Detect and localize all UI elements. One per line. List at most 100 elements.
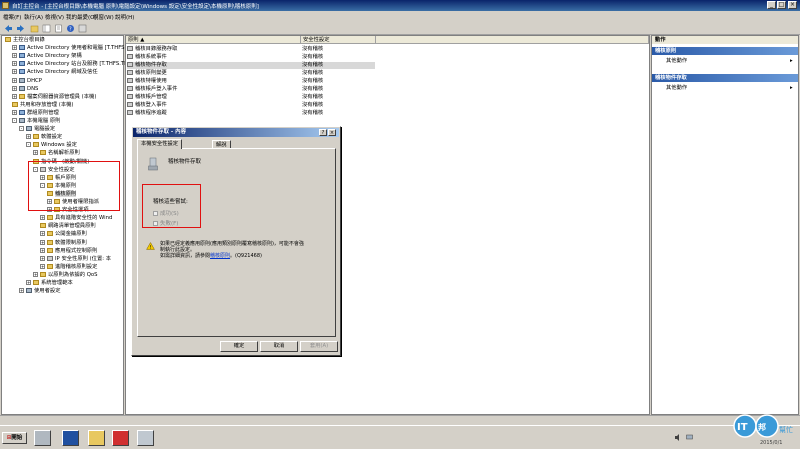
tree-item[interactable]: + 軟體限制原則 xyxy=(40,239,87,247)
column-header-policy[interactable]: 原則 ▲ xyxy=(126,36,301,44)
tree-item[interactable]: + IP 安全性原則 (位置: 本 xyxy=(40,255,111,263)
expand-icon[interactable]: + xyxy=(40,247,45,253)
column-header-setting[interactable]: 安全性設定 xyxy=(301,36,376,44)
expand-icon[interactable]: + xyxy=(40,231,45,237)
tree-item[interactable]: 共用和存放管理 (本機) xyxy=(12,101,74,109)
expand-icon[interactable]: + xyxy=(19,288,24,294)
export-list-icon[interactable] xyxy=(53,23,63,33)
policy-row[interactable]: 稽核特權使用 沒有稽核 xyxy=(127,78,375,85)
policy-row[interactable]: 稽核系統事件 沒有稽核 xyxy=(127,54,375,61)
server-manager-icon[interactable] xyxy=(34,430,51,446)
apply-button[interactable]: 套用(A) xyxy=(300,341,338,352)
expand-icon[interactable]: + xyxy=(12,61,17,67)
close-button[interactable]: × xyxy=(788,1,797,9)
expand-icon[interactable]: + xyxy=(12,69,17,75)
action-group-audit-policy[interactable]: 稽核原則 xyxy=(652,47,798,55)
tree-item[interactable]: + 具有進階安全性的 Wind xyxy=(40,215,112,222)
tree-item[interactable]: - Windows 設定 xyxy=(26,142,77,149)
tree-item[interactable]: + 公開金鑰原則 xyxy=(40,231,87,238)
action-group-object-access[interactable]: 稽核物件存取 xyxy=(652,74,798,82)
book-icon xyxy=(19,45,25,51)
expand-icon[interactable]: + xyxy=(26,280,31,285)
dialog-close-button[interactable]: × xyxy=(328,129,336,136)
explorer-icon[interactable] xyxy=(88,430,105,446)
expand-icon[interactable]: + xyxy=(40,239,45,245)
console-tree-pane[interactable]: 主控台根目錄 + Active Directory 使用者和電腦 [T.THFS.T… xyxy=(1,35,133,415)
powershell-icon[interactable] xyxy=(62,430,79,446)
audit-policy-link[interactable]: 稽核原則 xyxy=(210,253,230,259)
policy-row[interactable]: 稽核帳戶管理 沒有稽核 xyxy=(127,94,375,101)
expand-icon[interactable]: + xyxy=(12,53,17,59)
tree-item[interactable]: + DNS xyxy=(12,85,38,93)
tab-local-security-setting[interactable]: 本機安全性設定 xyxy=(137,139,183,149)
tree-item[interactable]: + Active Directory 網域及信任 xyxy=(12,69,98,76)
expand-icon[interactable]: + xyxy=(12,109,17,115)
collapse-icon[interactable]: - xyxy=(19,126,24,132)
policy-row[interactable]: 稽核登入事件 沒有稽核 xyxy=(127,102,375,109)
policy-row[interactable]: 稽核物件存取 沒有稽核 xyxy=(127,62,375,69)
folder-icon xyxy=(40,150,46,156)
menu-file[interactable]: 檔案(F) xyxy=(3,13,21,21)
tree-item[interactable]: + Active Directory 站台及服務 [T.THFS.TH xyxy=(12,61,128,68)
up-folder-icon[interactable] xyxy=(29,23,39,33)
tree-item[interactable]: + 進階稽核原則設定 xyxy=(40,263,97,271)
tree-item[interactable]: - 電腦設定 xyxy=(19,126,55,133)
policy-row[interactable]: 稽核原則變更 沒有稽核 xyxy=(127,70,375,77)
expand-icon[interactable]: + xyxy=(40,215,45,221)
tree-item[interactable]: + 軟體設定 xyxy=(26,134,62,141)
tree-item[interactable]: + Active Directory 使用者和電腦 [T.THFS.TH xyxy=(12,45,133,52)
expand-icon[interactable]: + xyxy=(12,45,17,51)
tree-item[interactable]: + 以原則為依據的 QoS xyxy=(33,271,98,279)
folder-icon xyxy=(47,239,53,245)
console-task-icon[interactable] xyxy=(137,430,154,446)
expand-icon[interactable]: + xyxy=(12,85,17,91)
dialog-title[interactable]: 稽核物件存取 - 內容 xyxy=(133,128,339,137)
tree-item-label: 群組原則管理 xyxy=(27,109,59,116)
expand-icon[interactable]: + xyxy=(33,271,38,277)
show-tree-icon[interactable] xyxy=(41,23,51,33)
tree-item[interactable]: + 群組原則管理 xyxy=(12,109,59,117)
menu-help[interactable]: 說明(H) xyxy=(115,13,134,21)
tree-item[interactable]: + Active Directory 架構 xyxy=(12,53,82,60)
tree-item[interactable]: + 應用程式控制原則 xyxy=(40,247,97,255)
collapse-icon[interactable]: - xyxy=(26,142,31,148)
back-arrow-icon[interactable] xyxy=(3,23,13,33)
tree-item[interactable]: 網路清單管理員原則 xyxy=(40,223,96,230)
action-more-actions-2[interactable]: 其他動作 xyxy=(666,85,687,92)
tree-item[interactable]: + DHCP xyxy=(12,77,42,85)
policy-row[interactable]: 稽核帳戶登入事件 沒有稽核 xyxy=(127,86,375,93)
expand-icon[interactable]: + xyxy=(40,255,45,261)
start-button[interactable]: ⊞開始 xyxy=(2,432,27,444)
forward-arrow-icon[interactable] xyxy=(15,23,25,33)
tools-icon[interactable] xyxy=(112,430,129,446)
title-bar[interactable]: 自訂主控台 - [主控台根目錄\本機電腦 原則\電腦設定\Windows 設定\… xyxy=(0,0,800,11)
tree-item[interactable]: + 使用者設定 xyxy=(19,288,61,295)
expand-icon[interactable]: + xyxy=(12,77,17,83)
maximize-button[interactable]: □ xyxy=(777,1,786,9)
policy-row[interactable]: 稽核目錄服務存取 沒有稽核 xyxy=(127,46,375,53)
tree-item[interactable]: + 系統管理範本 xyxy=(26,280,73,287)
expand-icon[interactable]: + xyxy=(40,263,45,269)
expand-icon[interactable]: + xyxy=(33,150,38,156)
menu-action[interactable]: 執行(A) xyxy=(24,13,43,21)
dialog-help-button[interactable]: ? xyxy=(319,129,327,136)
tree-item[interactable]: 主控台根目錄 xyxy=(5,37,45,44)
tree-item[interactable]: + 檔案伺服器資源管理員 (本機) xyxy=(12,93,96,101)
expand-icon[interactable]: + xyxy=(26,134,31,140)
menu-view[interactable]: 檢視(V) xyxy=(45,13,64,21)
collapse-icon[interactable]: - xyxy=(12,118,17,123)
help-icon[interactable]: ? xyxy=(65,23,75,33)
ok-button[interactable]: 確定 xyxy=(220,341,258,352)
action-more-actions-1[interactable]: 其他動作 xyxy=(666,58,687,65)
policy-row[interactable]: 稽核程序追蹤 沒有稽核 xyxy=(127,110,375,117)
network-icon[interactable] xyxy=(686,434,693,441)
properties-icon[interactable] xyxy=(77,23,87,33)
policy-name-cell: 稽核特權使用 xyxy=(135,78,167,84)
expand-icon[interactable]: + xyxy=(12,93,17,99)
menu-window[interactable]: 視窗(W) xyxy=(93,13,114,21)
minimize-button[interactable]: _ xyxy=(767,1,776,9)
cancel-button[interactable]: 取消 xyxy=(260,341,298,352)
tree-item[interactable]: + 名稱解析原則 xyxy=(33,150,80,157)
speaker-icon[interactable] xyxy=(675,434,682,441)
tree-item[interactable]: - 本機電腦 原則 xyxy=(12,118,60,125)
